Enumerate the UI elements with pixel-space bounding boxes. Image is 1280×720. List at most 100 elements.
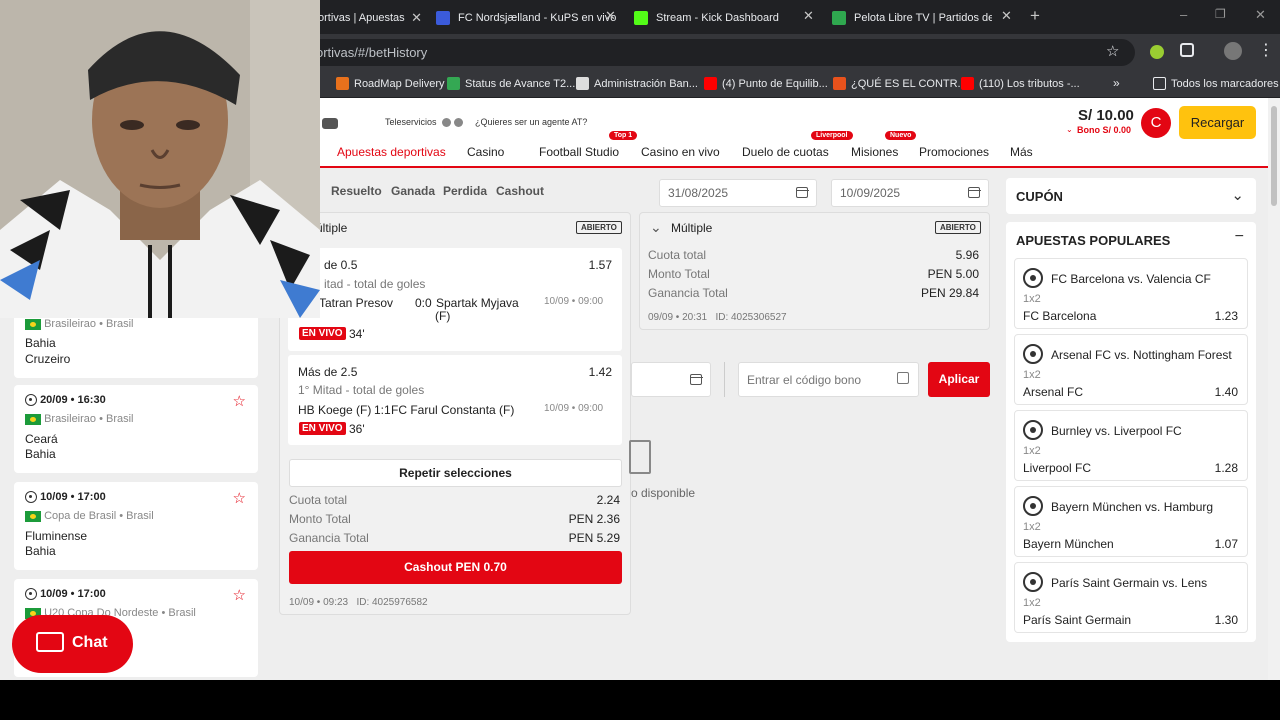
scrollbar-thumb[interactable]: [1271, 106, 1277, 206]
all-bookmarks-folder[interactable]: Todos los marcadores: [1153, 77, 1279, 90]
chat-bubble-icon[interactable]: [454, 118, 463, 127]
filter-cashout[interactable]: Cashout: [496, 184, 544, 198]
agent-link[interactable]: ¿Quieres ser un agente AT?: [475, 117, 587, 127]
close-tab-icon[interactable]: ✕: [411, 10, 422, 26]
youtube-icon[interactable]: [322, 118, 338, 129]
bet-title: últiple: [316, 221, 348, 235]
home-team: Bahia: [25, 336, 56, 350]
tab-favicon: [832, 11, 846, 25]
liverpool-badge: Liverpool: [811, 131, 853, 140]
popular-bet-item[interactable]: Burnley vs. Liverpool FC 1x2 Liverpool FC 1…: [1014, 410, 1248, 481]
bookmark[interactable]: (110) Los tributos -...: [961, 77, 1080, 90]
top1-badge: Top 1: [609, 131, 638, 140]
new-tab-icon[interactable]: +: [1030, 6, 1040, 26]
favorite-star-icon[interactable]: ☆: [233, 392, 246, 410]
status-badge: ABIERTO: [935, 221, 981, 234]
nav-casino-en-vivo[interactable]: Casino en vivo: [641, 145, 720, 159]
brazil-flag-icon: [25, 510, 41, 522]
bono-code-input[interactable]: [738, 362, 919, 397]
balance: S/ 10.00: [1078, 107, 1134, 124]
gift-icon: [897, 372, 909, 384]
filter-perdida[interactable]: Perdida: [443, 184, 487, 198]
bookmark[interactable]: RoadMap Delivery: [336, 77, 444, 90]
bookmark[interactable]: (4) Punto de Equilib...: [704, 77, 828, 90]
calendar-icon: [795, 187, 809, 198]
soccer-ball-icon: [1023, 496, 1043, 516]
chevron-down-icon[interactable]: ⌄: [1066, 125, 1073, 134]
total-odds: 2.24: [596, 493, 620, 507]
popular-bet-item[interactable]: Arsenal FC vs. Nottingham Forest 1x2 Arsen…: [1014, 334, 1248, 405]
odd-button[interactable]: 1.28: [1215, 461, 1238, 475]
bet-footer: 09/09 • 20:31 ID: 4025306527: [648, 312, 787, 323]
popular-bet-item[interactable]: FC Barcelona vs. Valencia CF 1x2 FC Barcel…: [1014, 258, 1248, 329]
browser-tab[interactable]: Stream - Kick Dashboard: [634, 6, 814, 30]
date-from-field[interactable]: 31/08/2025: [659, 179, 817, 207]
bono-balance: Bono S/ 0.00: [1077, 125, 1132, 135]
nav-duelo-de-cuotas[interactable]: Duelo de cuotas Liverpool: [742, 131, 853, 159]
popular-bet-item[interactable]: Bayern München vs. Hamburg 1x2 Bayern Münc…: [1014, 486, 1248, 557]
odd-button[interactable]: 1.07: [1215, 537, 1238, 551]
bet-card-multiple[interactable]: ⌄ Múltiple ABIERTO Cuota total 5.96 Mont…: [639, 212, 990, 330]
bookmark-star-icon[interactable]: ☆: [1106, 42, 1119, 60]
teleservicios-link[interactable]: Teleservicios: [385, 117, 437, 127]
match-card[interactable]: 10/09 • 17:00 ☆ Copa de Brasil • Brasil …: [14, 482, 258, 570]
repeat-selections-button[interactable]: Repetir selecciones: [289, 459, 622, 487]
bookmark[interactable]: Administración Ban...: [576, 77, 698, 90]
nav-promociones[interactable]: Promociones: [919, 145, 989, 159]
menu-dots-icon[interactable]: ⋮: [1258, 40, 1274, 60]
selection-odd: 1.57: [588, 258, 612, 272]
tab-favicon: [436, 11, 450, 25]
odd-button[interactable]: 1.40: [1215, 385, 1238, 399]
favorite-star-icon[interactable]: ☆: [233, 586, 246, 604]
total-stake: PEN 5.00: [927, 267, 979, 281]
user-avatar[interactable]: C: [1141, 108, 1171, 138]
bookmark[interactable]: Status de Avance T2...: [447, 77, 575, 90]
match-card[interactable]: 20/09 • 16:30 ☆ Brasileirao • Brasil Cea…: [14, 385, 258, 473]
odd-button[interactable]: 1.23: [1215, 309, 1238, 323]
nav-football-studio[interactable]: Football Studio Top 1: [539, 131, 638, 159]
extensions-puzzle-icon[interactable]: [1180, 43, 1194, 57]
odd-button[interactable]: 1.30: [1215, 613, 1238, 627]
home-team: Ceará: [25, 432, 58, 446]
soccer-ball-icon: [25, 491, 37, 504]
filter-ganada[interactable]: Ganada: [391, 184, 435, 198]
apply-bono-button[interactable]: Aplicar: [928, 362, 990, 397]
filter-resuelto[interactable]: Resuelto: [331, 184, 382, 198]
whatsapp-icon[interactable]: [442, 118, 451, 127]
chevron-down-icon[interactable]: ⌄: [650, 219, 662, 236]
collapse-icon[interactable]: −: [1235, 228, 1244, 246]
status-badge: ABIERTO: [576, 221, 622, 234]
nav-casino[interactable]: Casino: [467, 145, 504, 159]
address-bar[interactable]: ortivas/#/betHistory: [300, 39, 1135, 66]
favorite-star-icon[interactable]: ☆: [233, 489, 246, 507]
browser-tab[interactable]: Pelota Libre TV | Partidos de Fú: [832, 6, 992, 30]
bet-footer: 10/09 • 09:23 ID: 4025976582: [289, 597, 428, 608]
bookmark[interactable]: ¿QUÉ ES EL CONTR...: [833, 77, 967, 90]
chevron-down-icon[interactable]: ⌄: [1231, 186, 1244, 204]
close-tab-icon[interactable]: ✕: [803, 8, 814, 24]
popular-bet-item[interactable]: París Saint Germain vs. Lens 1x2 París Sai…: [1014, 562, 1248, 633]
cashout-button[interactable]: Cashout PEN 0.70: [289, 551, 622, 584]
date-to-field[interactable]: 10/09/2025: [831, 179, 989, 207]
soccer-ball-icon: [1023, 268, 1043, 288]
close-tab-icon[interactable]: ✕: [605, 8, 616, 24]
recargar-button[interactable]: Recargar: [1179, 106, 1256, 139]
bono-date-field[interactable]: [631, 362, 711, 397]
nav-misiones[interactable]: Misiones Nuevo: [851, 131, 917, 159]
minimize-icon[interactable]: –: [1180, 7, 1187, 22]
page-scrollbar[interactable]: [1268, 98, 1280, 680]
profile-avatar[interactable]: [1224, 42, 1242, 60]
more-bookmarks-icon[interactable]: »: [1113, 76, 1120, 90]
live-badge: EN VIVO: [299, 327, 346, 340]
total-odds: 5.96: [955, 248, 979, 262]
extension-icon[interactable]: [1150, 45, 1164, 59]
nav-apuestas-deportivas[interactable]: Apuestas deportivas: [337, 145, 446, 159]
browser-tab[interactable]: ortivas | Apuestas ✕: [318, 6, 422, 30]
restore-icon[interactable]: ❐: [1215, 7, 1226, 21]
close-window-icon[interactable]: ✕: [1255, 7, 1266, 23]
browser-tab[interactable]: FC Nordsjælland - KuPS en vivo: [436, 6, 616, 30]
coupon-panel[interactable]: CUPÓN ⌄: [1006, 178, 1256, 214]
close-tab-icon[interactable]: ✕: [1001, 8, 1012, 24]
chat-button[interactable]: Chat: [12, 615, 133, 673]
nav-mas[interactable]: Más: [1010, 145, 1033, 159]
